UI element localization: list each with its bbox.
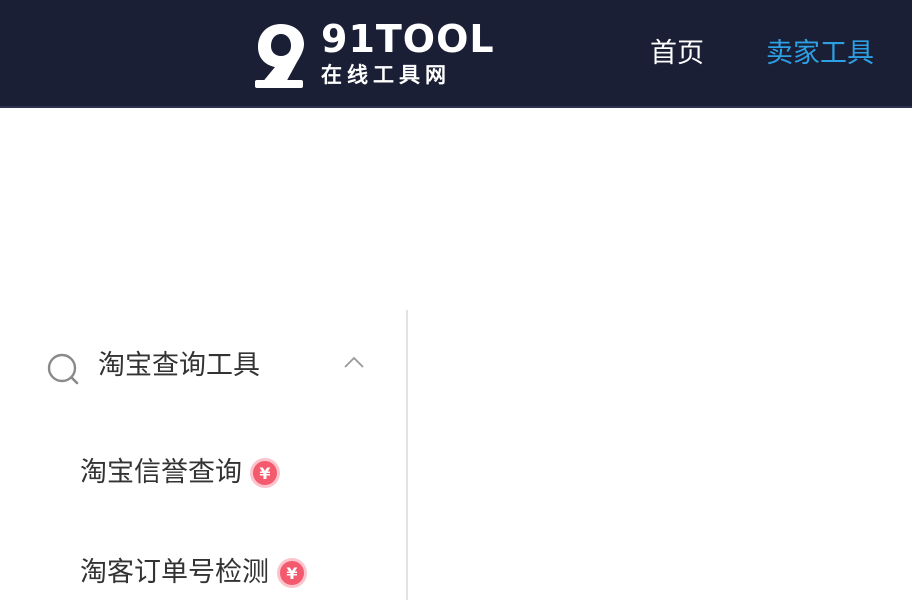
nav-seller-tools[interactable]: 卖家工具 (766, 34, 874, 74)
chevron-up-icon[interactable] (342, 354, 366, 370)
site-logo[interactable]: 91TOOL 在线工具网 (255, 18, 494, 90)
menu-item-taoke-order-check[interactable]: 淘客订单号检测 ¥ (80, 548, 307, 598)
menu-group-title: 淘宝查询工具 (98, 350, 260, 381)
search-icon (47, 353, 79, 385)
yen-icon: ¥ (277, 558, 307, 588)
menu-item-label: 淘宝信誉查询 (80, 457, 242, 488)
top-header: 91TOOL 在线工具网 首页 卖家工具 (0, 0, 912, 108)
menu-item-label: 淘客订单号检测 (80, 557, 269, 588)
menu-group-taobao-query[interactable]: 淘宝查询工具 (0, 334, 406, 394)
menu-item-taobao-credit-query[interactable]: 淘宝信誉查询 ¥ (80, 448, 280, 498)
logo-mark-icon (255, 24, 304, 88)
sidebar-menu: 淘宝查询工具 淘宝信誉查询 ¥ 淘客订单号检测 ¥ (0, 310, 406, 600)
sidebar-divider (406, 310, 408, 600)
logo-name: 91TOOL (321, 17, 495, 61)
nav-home[interactable]: 首页 (650, 34, 704, 74)
yen-icon: ¥ (250, 458, 280, 488)
logo-subtitle: 在线工具网 (321, 63, 451, 87)
